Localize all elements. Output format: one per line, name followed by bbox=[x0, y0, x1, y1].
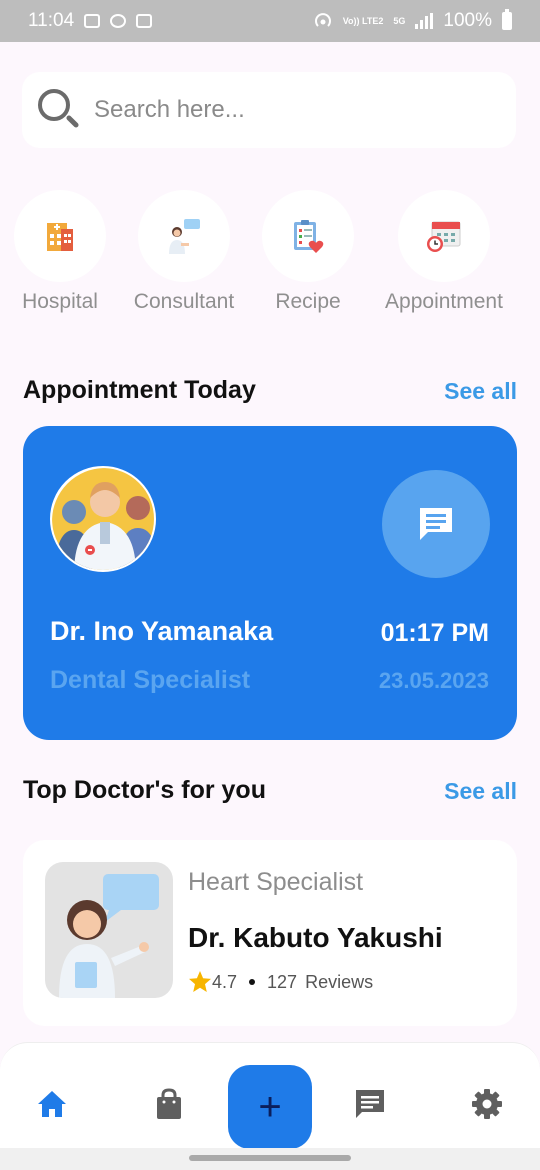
category-label: Hospital bbox=[22, 290, 98, 313]
doctor-rating: 4.7 bbox=[212, 971, 238, 992]
appointment-date: 23.05.2023 bbox=[378, 668, 489, 693]
appointment-icon bbox=[398, 190, 490, 282]
category-label: Appointment bbox=[385, 290, 503, 313]
signal-icon bbox=[415, 13, 434, 29]
top-doctors-see-all-link[interactable]: See all bbox=[444, 778, 517, 805]
network-label: Vo)) LTE2 bbox=[342, 15, 384, 26]
hospital-icon bbox=[14, 190, 106, 282]
shopping-bag-icon bbox=[157, 1088, 181, 1119]
appointment-time: 01:17 PM bbox=[380, 619, 489, 647]
doctor-specialty: Heart Specialist bbox=[188, 868, 364, 896]
message-icon bbox=[356, 1090, 384, 1118]
appointment-doctor-name: Dr. Ino Yamanaka bbox=[50, 616, 274, 646]
hotspot-icon bbox=[314, 13, 331, 27]
battery-percent: 100% bbox=[443, 10, 492, 31]
category-label: Consultant bbox=[133, 290, 235, 313]
recipe-icon bbox=[262, 190, 354, 282]
chat-bubble-icon bbox=[110, 14, 127, 28]
doctor-avatar bbox=[50, 466, 156, 572]
nav-shop[interactable] bbox=[152, 1087, 186, 1121]
add-button[interactable]: + bbox=[228, 1065, 312, 1149]
doctor-photo bbox=[45, 862, 173, 998]
star-icon bbox=[189, 971, 211, 992]
status-left: 11:04 bbox=[28, 10, 153, 32]
reviews-count: 127 bbox=[267, 971, 298, 992]
category-recipe[interactable]: Recipe bbox=[242, 190, 374, 314]
home-icon bbox=[38, 1091, 66, 1117]
consultant-icon bbox=[138, 190, 230, 282]
gallery-icon bbox=[84, 14, 101, 28]
video-icon bbox=[136, 14, 153, 28]
status-bar: 11:04 Vo)) LTE2 5G 100% bbox=[0, 0, 540, 42]
doctor-name: Dr. Kabuto Yakushi bbox=[188, 922, 443, 953]
nav-settings[interactable] bbox=[470, 1087, 504, 1121]
nav-messages[interactable] bbox=[353, 1087, 387, 1121]
top-doctors-section-title: Top Doctor's for you bbox=[23, 776, 266, 804]
category-label: Recipe bbox=[275, 290, 341, 313]
battery-icon bbox=[502, 9, 512, 30]
appointment-card[interactable]: Dr. Ino Yamanaka 01:17 PM Dental Special… bbox=[23, 426, 517, 740]
doctor-card[interactable]: Heart Specialist Dr. Kabuto Yakushi 4.7 … bbox=[23, 840, 517, 1026]
appointment-see-all-link[interactable]: See all bbox=[444, 378, 517, 405]
search-input[interactable] bbox=[94, 96, 494, 124]
reviews-label: Reviews bbox=[305, 971, 374, 992]
add-icon: + bbox=[258, 1085, 282, 1129]
appointment-specialty: Dental Specialist bbox=[50, 666, 251, 694]
category-hospital[interactable]: Hospital bbox=[0, 190, 126, 314]
category-appointment[interactable]: Appointment bbox=[378, 190, 510, 314]
status-right: Vo)) LTE2 5G 100% bbox=[313, 9, 512, 32]
separator-dot bbox=[249, 979, 256, 985]
chat-button[interactable] bbox=[382, 470, 490, 578]
search-bar[interactable] bbox=[22, 72, 516, 148]
network-5g-label: 5G bbox=[393, 15, 406, 26]
status-time: 11:04 bbox=[28, 10, 75, 31]
bottom-nav: + bbox=[0, 1042, 540, 1149]
appointment-section-title: Appointment Today bbox=[23, 376, 256, 404]
search-icon bbox=[38, 89, 80, 131]
category-consultant[interactable]: Consultant bbox=[118, 190, 250, 314]
home-indicator[interactable] bbox=[189, 1155, 351, 1161]
settings-icon bbox=[472, 1089, 502, 1119]
message-icon bbox=[420, 508, 452, 540]
nav-home[interactable] bbox=[35, 1087, 69, 1121]
doctor-rating-row: 4.7 127 Reviews bbox=[188, 970, 373, 994]
